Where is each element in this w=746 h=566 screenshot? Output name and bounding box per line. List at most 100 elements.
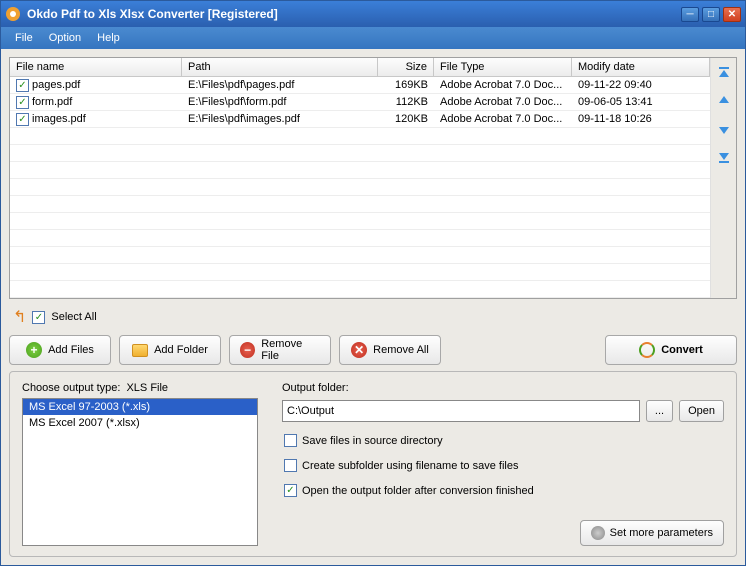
output-folder-pane: Output folder: ... Open Save files in so…	[282, 382, 724, 546]
table-row	[10, 247, 710, 264]
table-row	[10, 230, 710, 247]
file-list: File name Path Size File Type Modify dat…	[10, 58, 710, 298]
move-down-button[interactable]	[715, 120, 733, 138]
file-date: 09-06-05 13:41	[572, 95, 710, 109]
file-date: 09-11-18 10:26	[572, 112, 710, 126]
table-row	[10, 145, 710, 162]
output-folder-input[interactable]	[282, 400, 640, 422]
window-controls: ─ □ ✕	[681, 7, 741, 22]
subfolder-checkbox[interactable]	[284, 459, 297, 472]
col-header-name[interactable]: File name	[10, 58, 182, 76]
add-files-button[interactable]: + Add Files	[9, 335, 111, 365]
minus-icon: −	[240, 342, 255, 358]
subfolder-label: Create subfolder using filename to save …	[302, 460, 518, 472]
remove-all-label: Remove All	[373, 344, 429, 356]
open-after-checkbox[interactable]: ✓	[284, 484, 297, 497]
convert-button[interactable]: Convert	[605, 335, 737, 365]
move-top-button[interactable]	[715, 64, 733, 82]
output-folder-row: ... Open	[282, 400, 724, 422]
up-folder-icon[interactable]: ↰	[13, 307, 26, 327]
file-path: E:\Files\pdf\form.pdf	[182, 95, 378, 109]
window-title: Okdo Pdf to Xls Xlsx Converter [Register…	[27, 7, 681, 21]
add-folder-button[interactable]: Add Folder	[119, 335, 221, 365]
content-area: File name Path Size File Type Modify dat…	[1, 49, 745, 565]
output-type-listbox[interactable]: MS Excel 97-2003 (*.xls) MS Excel 2007 (…	[22, 398, 258, 546]
gear-icon	[591, 526, 605, 540]
table-row	[10, 128, 710, 145]
open-after-row: ✓ Open the output folder after conversio…	[282, 484, 724, 497]
titlebar: Okdo Pdf to Xls Xlsx Converter [Register…	[1, 1, 745, 27]
add-folder-label: Add Folder	[154, 344, 208, 356]
save-source-label: Save files in source directory	[302, 435, 443, 447]
list-item[interactable]: MS Excel 97-2003 (*.xls)	[23, 399, 257, 415]
output-type-current: XLS File	[126, 382, 168, 394]
table-row	[10, 162, 710, 179]
close-button[interactable]: ✕	[723, 7, 741, 22]
list-item[interactable]: MS Excel 2007 (*.xlsx)	[23, 415, 257, 431]
table-row	[10, 196, 710, 213]
output-type-pane: Choose output type: XLS File MS Excel 97…	[22, 382, 258, 546]
save-source-checkbox[interactable]	[284, 434, 297, 447]
plus-icon: +	[26, 342, 42, 358]
browse-button[interactable]: ...	[646, 400, 673, 422]
file-type: Adobe Acrobat 7.0 Doc...	[434, 112, 572, 126]
table-row	[10, 179, 710, 196]
remove-file-button[interactable]: − Remove File	[229, 335, 331, 365]
select-all-label: Select All	[51, 311, 96, 323]
file-path: E:\Files\pdf\pages.pdf	[182, 78, 378, 92]
open-after-label: Open the output folder after conversion …	[302, 485, 534, 497]
row-checkbox[interactable]: ✓	[16, 113, 29, 126]
file-rows: ✓pages.pdfE:\Files\pdf\pages.pdf169KBAdo…	[10, 77, 710, 298]
move-bottom-button[interactable]	[715, 148, 733, 166]
menu-help[interactable]: Help	[89, 29, 128, 47]
row-checkbox[interactable]: ✓	[16, 96, 29, 109]
col-header-date[interactable]: Modify date	[572, 58, 710, 76]
col-header-size[interactable]: Size	[378, 58, 434, 76]
table-row[interactable]: ✓images.pdfE:\Files\pdf\images.pdf120KBA…	[10, 111, 710, 128]
app-window: Okdo Pdf to Xls Xlsx Converter [Register…	[0, 0, 746, 566]
save-source-row: Save files in source directory	[282, 434, 724, 447]
reorder-toolbar	[710, 58, 736, 298]
table-row	[10, 213, 710, 230]
menu-file[interactable]: File	[7, 29, 41, 47]
menubar: File Option Help	[1, 27, 745, 49]
file-size: 169KB	[378, 78, 434, 92]
convert-icon	[639, 342, 655, 358]
select-all-checkbox[interactable]: ✓	[32, 311, 45, 324]
file-path: E:\Files\pdf\images.pdf	[182, 112, 378, 126]
file-type: Adobe Acrobat 7.0 Doc...	[434, 78, 572, 92]
set-more-label: Set more parameters	[610, 527, 713, 539]
convert-label: Convert	[661, 344, 703, 356]
row-checkbox[interactable]: ✓	[16, 79, 29, 92]
folder-icon	[132, 344, 148, 357]
file-list-header: File name Path Size File Type Modify dat…	[10, 58, 710, 77]
settings-panel: Choose output type: XLS File MS Excel 97…	[9, 371, 737, 557]
open-folder-button[interactable]: Open	[679, 400, 724, 422]
file-list-panel: File name Path Size File Type Modify dat…	[9, 57, 737, 299]
table-row[interactable]: ✓form.pdf E:\Files\pdf\form.pdf112KBAdobe…	[10, 94, 710, 111]
menu-option[interactable]: Option	[41, 29, 89, 47]
remove-all-button[interactable]: ✕ Remove All	[339, 335, 441, 365]
maximize-button[interactable]: □	[702, 7, 720, 22]
file-size: 120KB	[378, 112, 434, 126]
output-type-label-row: Choose output type: XLS File	[22, 382, 258, 394]
select-all-row: ↰ ✓ Select All	[9, 305, 737, 329]
file-date: 09-11-22 09:40	[572, 78, 710, 92]
app-logo-icon	[5, 6, 21, 22]
file-name: form.pdf	[32, 96, 72, 108]
file-size: 112KB	[378, 95, 434, 109]
move-up-button[interactable]	[715, 92, 733, 110]
add-files-label: Add Files	[48, 344, 94, 356]
col-header-type[interactable]: File Type	[434, 58, 572, 76]
x-icon: ✕	[351, 342, 367, 358]
minimize-button[interactable]: ─	[681, 7, 699, 22]
col-header-path[interactable]: Path	[182, 58, 378, 76]
action-button-row: + Add Files Add Folder − Remove File ✕ R…	[9, 335, 737, 365]
remove-file-label: Remove File	[261, 338, 320, 362]
table-row	[10, 281, 710, 298]
file-name: pages.pdf	[32, 79, 80, 91]
table-row	[10, 264, 710, 281]
set-more-parameters-button[interactable]: Set more parameters	[580, 520, 724, 546]
file-type: Adobe Acrobat 7.0 Doc...	[434, 95, 572, 109]
table-row[interactable]: ✓pages.pdf E:\Files\pdf\pages.pdf169KBAdo…	[10, 77, 710, 94]
